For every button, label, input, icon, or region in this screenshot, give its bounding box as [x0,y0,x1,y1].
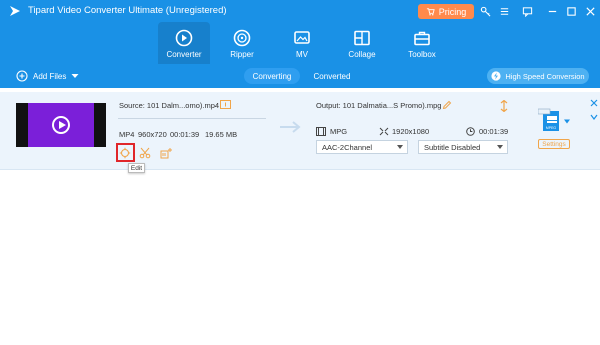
audio-track-select[interactable]: AAC-2Channel [316,140,408,154]
cut-icon[interactable] [138,146,152,160]
tab-collage[interactable]: Collage [336,22,388,64]
tab-converted[interactable]: Converted [304,68,360,84]
mv-icon [294,31,310,44]
pricing-label: Pricing [438,6,467,17]
high-speed-conversion-button[interactable]: High Speed Conversion [487,68,589,84]
format-badge-text: MPEG [546,126,557,130]
tab-ripper-label: Ripper [230,50,254,59]
tab-collage-label: Collage [348,50,376,59]
enhance-icon[interactable] [159,146,173,160]
tab-mv-label: MV [296,50,308,59]
tab-mv[interactable]: MV [276,22,328,64]
maximize-icon[interactable] [564,4,578,18]
add-files-button[interactable]: Add Files [16,69,79,83]
source-format: MP4 [119,130,135,139]
main-nav: Converter Ripper MV Collage Toolbox [0,22,600,64]
tab-ripper[interactable]: Ripper [216,22,268,64]
subtitle-select[interactable]: Subtitle Disabled [418,140,508,154]
edit-highlight-box [116,143,135,162]
converter-icon [175,29,193,47]
output-format: MPG [330,127,348,136]
settings-button[interactable]: Settings [538,139,570,149]
plus-circle-icon [16,70,28,82]
edit-tooltip: Edit [128,163,145,173]
mpeg-format-icon[interactable]: MPEG [538,108,562,134]
lightning-icon [491,71,501,81]
source-divider [118,118,266,119]
collage-icon [354,30,370,46]
close-icon[interactable] [583,4,597,18]
remove-item-icon[interactable] [590,99,598,107]
chevron-down-icon[interactable] [71,73,79,79]
play-icon[interactable] [52,116,70,134]
toolbox-icon [414,31,430,46]
chevron-down-icon[interactable] [564,119,570,124]
app-logo-icon [10,6,20,16]
output-resolution: 1920x1080 [392,127,430,136]
video-thumbnail[interactable] [16,103,106,147]
tab-converter-label: Converter [166,50,202,59]
tab-toolbox-label: Toolbox [408,50,436,59]
converter-toolbar: Add Files Converting Converted High Spee… [0,64,600,88]
cart-icon [426,8,435,16]
source-duration: 00:01:39 [170,130,200,139]
tab-converting[interactable]: Converting [244,68,300,84]
rename-pencil-icon[interactable] [442,100,452,110]
minimize-icon[interactable] [545,4,559,18]
tab-converter[interactable]: Converter [158,22,210,64]
output-filename: Output: 101 Dalmatia...S Promo).mpg [316,101,442,110]
output-duration: 00:01:39 [479,127,509,136]
key-icon[interactable] [478,4,492,18]
format-film-icon [316,127,326,136]
add-files-label: Add Files [33,71,67,81]
reorder-icon[interactable] [499,100,509,112]
high-speed-label: High Speed Conversion [505,71,585,81]
source-resolution: 960x720 [138,130,167,139]
subtitle-value: Subtitle Disabled [424,142,481,152]
pricing-button[interactable]: Pricing [418,4,474,19]
convert-arrow-icon [280,121,301,133]
tab-toolbox[interactable]: Toolbox [396,22,448,64]
expand-icon[interactable] [590,113,598,121]
title-bar: Tipard Video Converter Ultimate (Unregis… [0,0,600,22]
source-filename: Source: 101 Dalm...omo).mp4 [119,101,220,110]
feedback-icon[interactable] [520,4,534,18]
resolution-icon [379,127,389,136]
info-icon[interactable] [220,100,231,109]
chevron-down-icon [497,145,503,149]
ripper-icon [233,29,251,47]
source-size: 19.65 MB [205,130,238,139]
menu-icon[interactable] [497,4,511,18]
clock-icon [466,127,475,136]
app-title: Tipard Video Converter Ultimate (Unregis… [28,5,227,16]
chevron-down-icon [397,145,403,149]
app-window: Tipard Video Converter Ultimate (Unregis… [0,0,600,345]
audio-track-value: AAC-2Channel [322,142,373,152]
